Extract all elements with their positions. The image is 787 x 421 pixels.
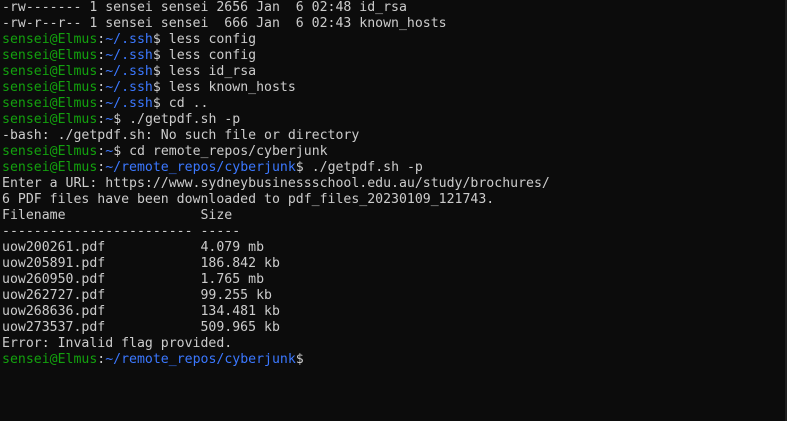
output-line: -rw-r--r-- 1 sensei sensei 666 Jan 6 02:… [2, 16, 447, 31]
prompt-line: sensei@Elmus:~/.ssh$ less id_rsa [2, 64, 787, 80]
output-line: uow200261.pdf 4.079 mb [2, 240, 265, 255]
command-text: less id_rsa [160, 64, 257, 79]
output-line: -rw------- 1 sensei sensei 2656 Jan 6 02… [2, 0, 407, 15]
output-line: -bash: ./getpdf.sh: No such file or dire… [2, 128, 360, 143]
command-text: less config [160, 32, 257, 47]
prompt-path: ~/remote_repos/cyberjunk [105, 352, 296, 367]
prompt-line: sensei@Elmus:~/.ssh$ cd .. [2, 96, 787, 112]
terminal-output[interactable]: -rw------- 1 sensei sensei 2656 Jan 6 02… [2, 0, 787, 368]
prompt-symbol: $ [152, 48, 161, 63]
command-text: cd remote_repos/cyberjunk [121, 144, 328, 159]
output-line: 6 PDF files have been downloaded to pdf_… [2, 192, 495, 207]
output-line: uow205891.pdf 186.842 kb [2, 256, 280, 271]
prompt-user: sensei@Elmus [2, 352, 98, 367]
output-line: uow268636.pdf 134.481 kb [2, 304, 280, 319]
prompt-symbol: $ [152, 80, 161, 95]
output-line: Filename Size [2, 208, 233, 223]
output-line: Error: Invalid flag provided. [2, 336, 233, 351]
prompt-user: sensei@Elmus [2, 96, 98, 111]
output-line: Enter a URL: https://www.sydneybusinesss… [2, 176, 550, 191]
prompt-line: sensei@Elmus:~/.ssh$ less config [2, 48, 787, 64]
terminal-window[interactable]: -rw------- 1 sensei sensei 2656 Jan 6 02… [0, 0, 787, 421]
command-text: cd .. [160, 96, 209, 111]
prompt-line: sensei@Elmus:~$ cd remote_repos/cyberjun… [2, 144, 787, 160]
prompt-symbol: $ [152, 96, 161, 111]
prompt-path: ~ [105, 144, 114, 159]
prompt-path: ~/.ssh [105, 80, 153, 95]
prompt-path: ~/.ssh [105, 64, 153, 79]
prompt-user: sensei@Elmus [2, 80, 98, 95]
prompt-symbol: $ [295, 352, 304, 367]
prompt-user: sensei@Elmus [2, 144, 98, 159]
output-line: uow273537.pdf 509.965 kb [2, 320, 280, 335]
prompt-path: ~/remote_repos/cyberjunk [105, 160, 296, 175]
output-line: uow262727.pdf 99.255 kb [2, 288, 272, 303]
command-text: less known_hosts [160, 80, 296, 95]
prompt-line: sensei@Elmus:~$ ./getpdf.sh -p [2, 112, 787, 128]
prompt-path: ~ [105, 112, 114, 127]
prompt-symbol: $ [152, 64, 161, 79]
prompt-symbol: $ [152, 32, 161, 47]
command-text: ./getpdf.sh -p [303, 160, 423, 175]
prompt-line: sensei@Elmus:~/remote_repos/cyberjunk$ [2, 352, 787, 368]
prompt-symbol: $ [295, 160, 304, 175]
prompt-user: sensei@Elmus [2, 32, 98, 47]
command-text: less config [160, 48, 257, 63]
output-line: uow260950.pdf 1.765 mb [2, 272, 265, 287]
command-text: ./getpdf.sh -p [121, 112, 241, 127]
output-line: ------------------------ ----- [2, 224, 241, 239]
prompt-line: sensei@Elmus:~/.ssh$ less config [2, 32, 787, 48]
prompt-path: ~/.ssh [105, 32, 153, 47]
prompt-user: sensei@Elmus [2, 160, 98, 175]
prompt-path: ~/.ssh [105, 96, 153, 111]
prompt-user: sensei@Elmus [2, 112, 98, 127]
prompt-line: sensei@Elmus:~/.ssh$ less known_hosts [2, 80, 787, 96]
prompt-path: ~/.ssh [105, 48, 153, 63]
prompt-user: sensei@Elmus [2, 64, 98, 79]
prompt-line: sensei@Elmus:~/remote_repos/cyberjunk$ .… [2, 160, 787, 176]
prompt-symbol: $ [113, 144, 122, 159]
prompt-symbol: $ [113, 112, 122, 127]
prompt-user: sensei@Elmus [2, 48, 98, 63]
